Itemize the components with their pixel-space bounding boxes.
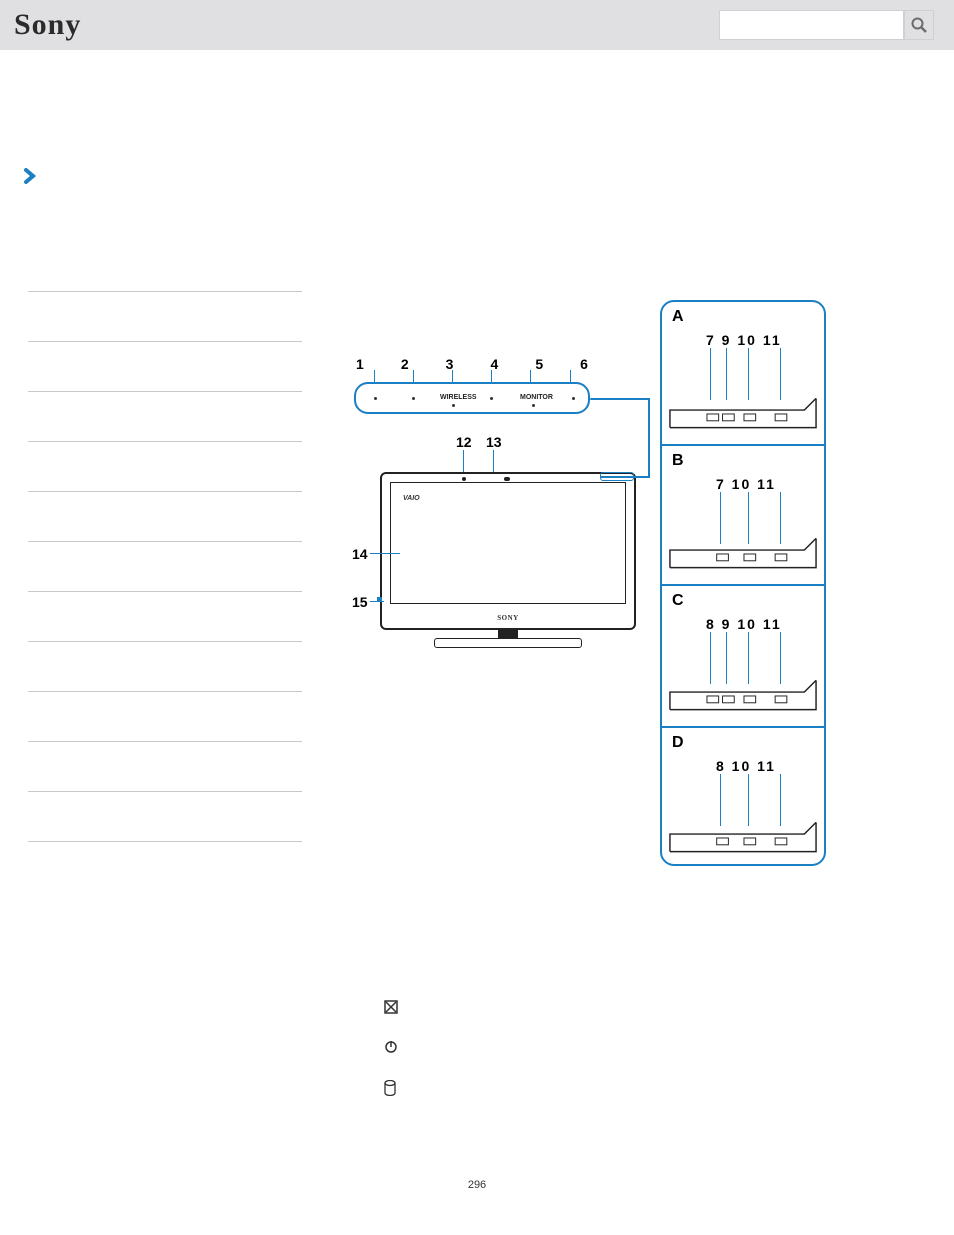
product-diagram: 123456 WIRELESS MONITOR 12 13 VAIO SONY … — [340, 300, 930, 880]
corner-sketch — [668, 396, 818, 430]
search-icon — [910, 16, 928, 34]
icon-column — [384, 1000, 398, 1120]
front-indicator-band: WIRELESS MONITOR — [354, 382, 590, 414]
sidebar-item[interactable] — [28, 542, 302, 592]
leader-line — [710, 348, 711, 400]
callout-number: 2 — [401, 356, 409, 372]
sidebar-item[interactable] — [28, 442, 302, 492]
breadcrumb-chevron-icon — [24, 168, 38, 189]
callout-13: 13 — [486, 434, 502, 450]
variant-callouts: 8 9 10 11 — [706, 616, 782, 632]
header-bar: Sony — [0, 0, 954, 50]
monitor-front: VAIO SONY — [380, 472, 636, 630]
sidebar-item[interactable] — [28, 242, 302, 292]
variant-callouts: 7 10 11 — [716, 476, 776, 492]
leader-line — [748, 632, 749, 684]
monitor-stand — [498, 630, 518, 638]
leader-line — [726, 348, 727, 400]
detail-variants: A 7 9 10 11 B 7 10 11 C 8 9 10 11 D 8 10 11 — [660, 300, 826, 866]
power-icon — [384, 1040, 398, 1056]
variant-letter: B — [672, 452, 684, 470]
detail-variant-C: C 8 9 10 11 — [662, 586, 824, 728]
leader-line — [780, 774, 781, 826]
leader-line — [493, 450, 494, 474]
leader-line — [748, 774, 749, 826]
sidebar-item[interactable] — [28, 342, 302, 392]
search-input[interactable] — [719, 10, 904, 40]
leader-line — [370, 553, 400, 554]
leader-line — [780, 348, 781, 400]
leader-tip — [377, 597, 382, 602]
camera-dot — [504, 477, 510, 481]
connector-line — [590, 398, 650, 400]
wireless-label: WIRELESS — [440, 394, 477, 401]
monitor-label: MONITOR — [520, 394, 553, 401]
callout-14: 14 — [352, 546, 368, 562]
variant-letter: A — [672, 308, 684, 326]
detail-variant-D: D 8 10 11 — [662, 728, 824, 866]
detail-variant-B: B 7 10 11 — [662, 446, 824, 586]
sidebar-item[interactable] — [28, 742, 302, 792]
page-number: 296 — [468, 1179, 486, 1191]
callout-number: 1 — [356, 356, 364, 372]
sidebar-item[interactable] — [28, 642, 302, 692]
corner-sketch — [668, 820, 818, 854]
callout-15: 15 — [352, 594, 368, 610]
camera-dot — [462, 477, 466, 481]
callout-12: 12 — [456, 434, 472, 450]
corner-sketch — [668, 536, 818, 570]
connector-line — [648, 398, 650, 478]
vaio-logo: VAIO — [403, 495, 420, 502]
monitor-stand-base — [434, 638, 582, 648]
sidebar-item[interactable] — [28, 592, 302, 642]
sidebar-item[interactable] — [28, 292, 302, 342]
callout-number: 5 — [535, 356, 543, 372]
leader-line — [463, 450, 464, 474]
sidebar-item[interactable] — [28, 492, 302, 542]
leader-line — [780, 632, 781, 684]
leader-line — [720, 774, 721, 826]
callout-number: 6 — [580, 356, 588, 372]
detail-variant-A: A 7 9 10 11 — [662, 302, 824, 446]
search-area — [719, 10, 934, 40]
sidebar-item[interactable] — [28, 792, 302, 842]
screen: VAIO — [390, 482, 626, 604]
variant-letter: D — [672, 734, 684, 752]
leader-line — [726, 632, 727, 684]
search-button[interactable] — [904, 10, 934, 40]
disc-icon — [384, 1080, 398, 1096]
leader-line — [748, 348, 749, 400]
leader-line — [710, 632, 711, 684]
sidebar-nav — [28, 242, 302, 842]
sidebar-item[interactable] — [28, 392, 302, 442]
sidebar-item[interactable] — [28, 692, 302, 742]
callout-numbers-top: 123456 — [356, 356, 588, 372]
sony-bezel-logo: SONY — [497, 614, 518, 622]
variant-letter: C — [672, 592, 684, 610]
connector-target — [600, 472, 634, 481]
hdd-icon — [384, 1000, 398, 1016]
brand-logo: Sony — [14, 8, 81, 42]
corner-sketch — [668, 678, 818, 712]
variant-callouts: 7 9 10 11 — [706, 332, 782, 348]
variant-callouts: 8 10 11 — [716, 758, 776, 774]
